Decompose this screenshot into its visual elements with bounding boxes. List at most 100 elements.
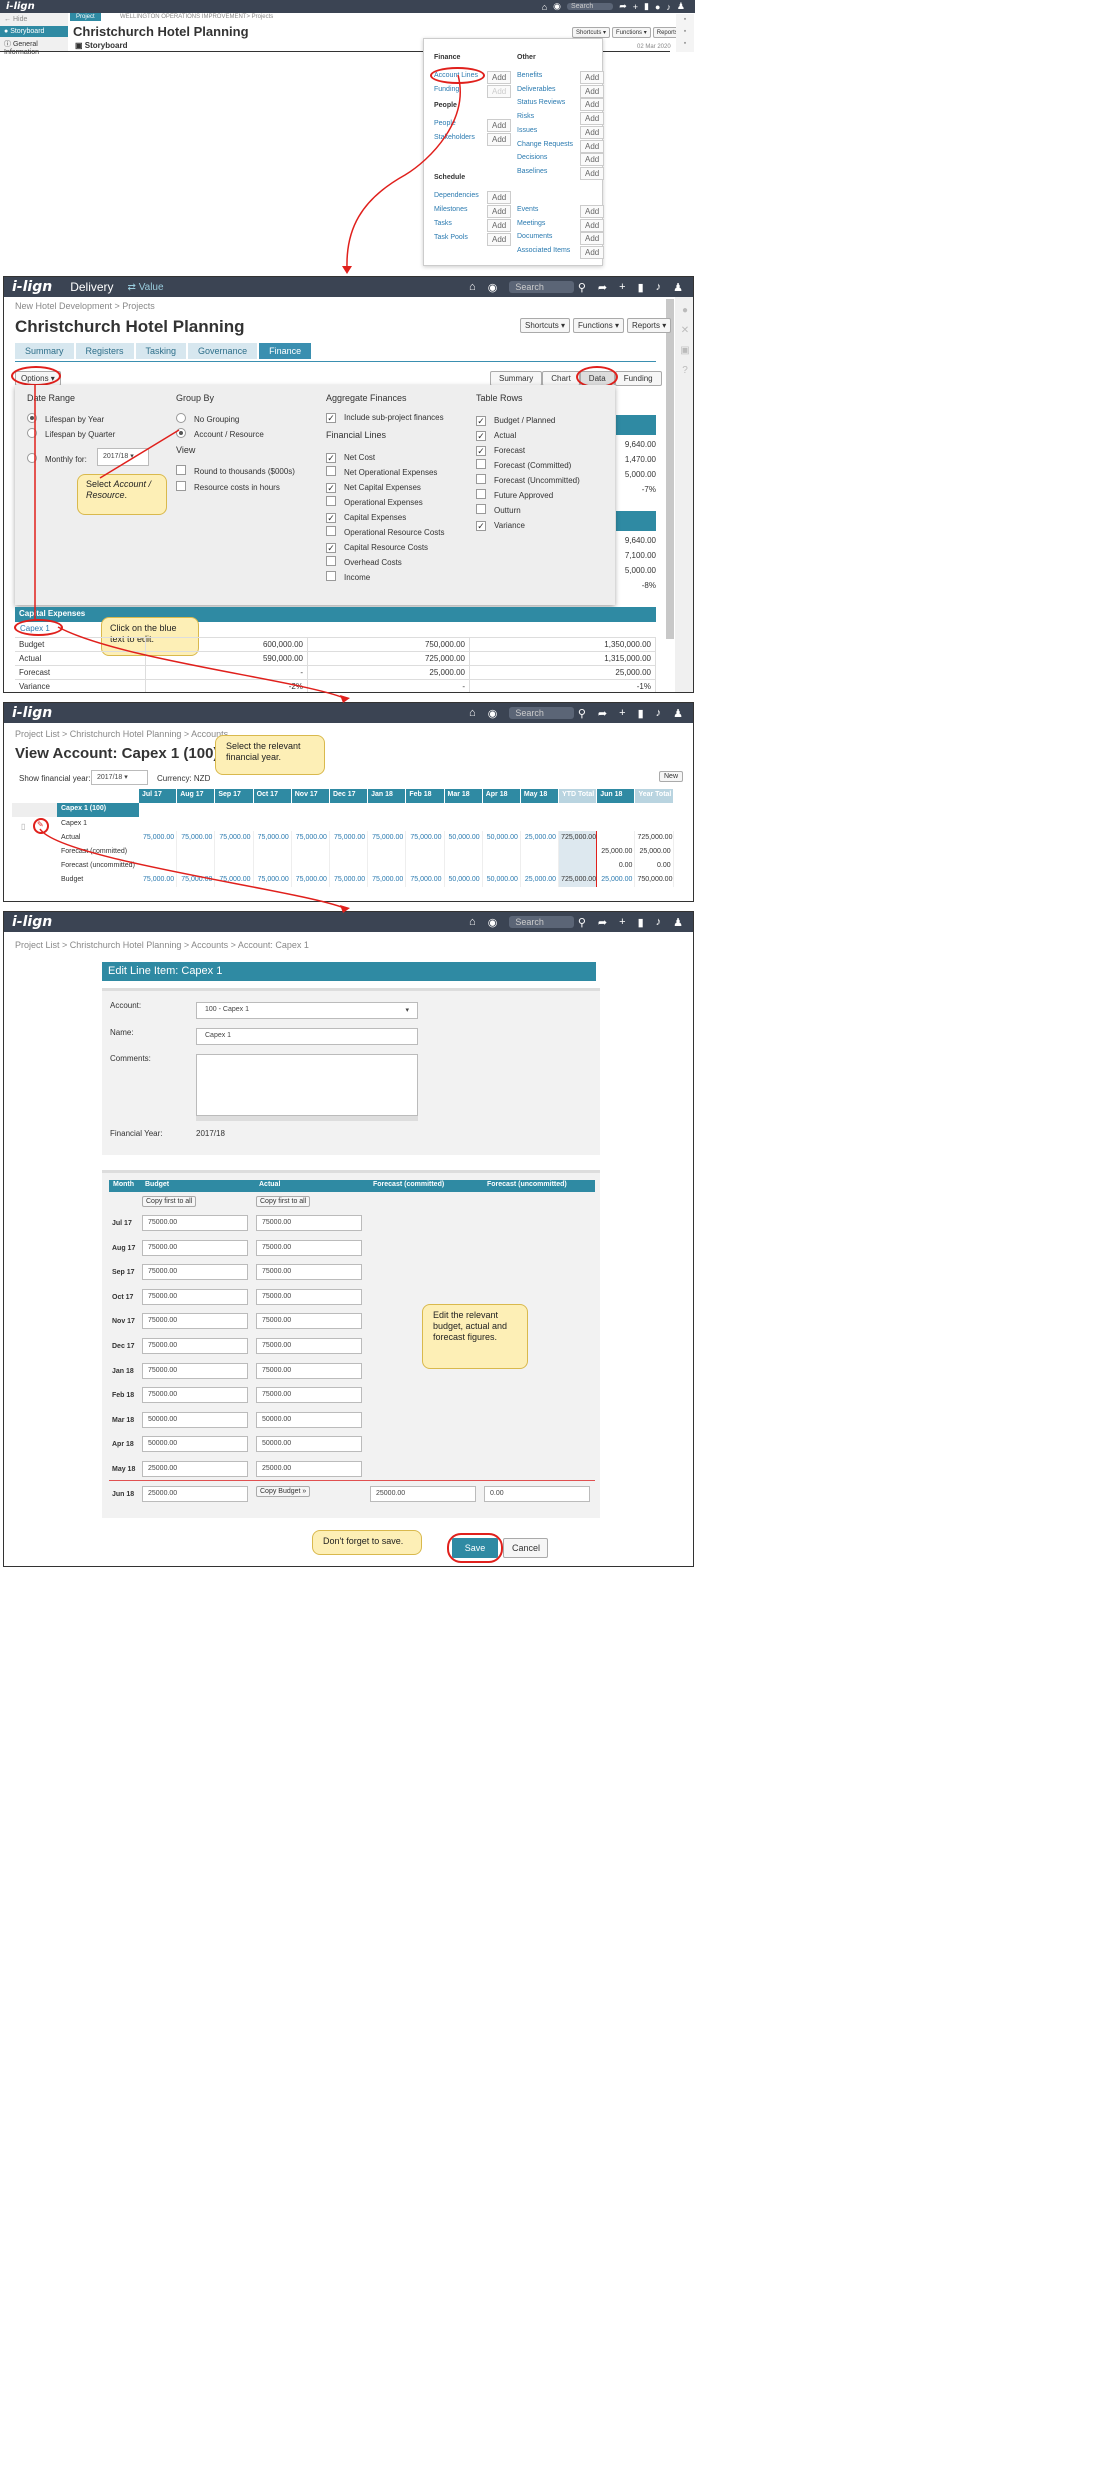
search-input[interactable]: Search xyxy=(509,707,574,719)
actual-input[interactable]: 50000.00 xyxy=(256,1436,362,1453)
bell-icon[interactable]: ♪ xyxy=(656,916,662,928)
account-select[interactable]: 100 - Capex 1 ▾ xyxy=(196,1002,418,1019)
budget-input[interactable]: 75000.00 xyxy=(142,1239,248,1256)
help-icon[interactable]: ? xyxy=(675,361,693,381)
search-icon[interactable]: ⚲ xyxy=(578,281,586,294)
budget-input[interactable]: 75000.00 xyxy=(142,1387,248,1404)
copy-budget-button[interactable]: Copy Budget » xyxy=(256,1486,311,1497)
general-info-nav[interactable]: ⓘ General Information xyxy=(0,37,68,58)
plus-icon[interactable]: + xyxy=(619,281,625,293)
actual-input[interactable]: 75000.00 xyxy=(256,1239,362,1256)
value-nav[interactable]: ⇄ Value xyxy=(128,282,164,293)
budget-planned-checkbox[interactable]: ✓ Budget / Planned xyxy=(476,413,580,428)
lifespan-quarter-radio[interactable]: Lifespan by Quarter xyxy=(27,428,115,439)
variance-checkbox[interactable]: ✓ Variance xyxy=(476,518,580,533)
scrollbar[interactable] xyxy=(666,299,674,639)
add-task-button[interactable]: Add xyxy=(487,219,512,232)
budget-input[interactable]: 50000.00 xyxy=(142,1436,248,1453)
lifespan-year-radio[interactable]: Lifespan by Year xyxy=(27,413,104,424)
add-meeting-button[interactable]: Add xyxy=(580,219,605,232)
opex-checkbox[interactable]: Operational Expenses xyxy=(326,495,445,510)
storyboard-nav[interactable]: ● Storyboard xyxy=(0,26,68,37)
forecast-committed-checkbox[interactable]: Forecast (Committed) xyxy=(476,458,580,473)
delete-icon[interactable]: ▯ xyxy=(21,822,25,831)
bookmark-icon[interactable]: ▮ xyxy=(644,1,649,12)
actual-input[interactable]: 75000.00 xyxy=(256,1387,362,1404)
copy-first-actual-button[interactable]: Copy first to all xyxy=(256,1196,311,1207)
round-thousands-checkbox[interactable]: Round to thousands ($000s) xyxy=(176,465,295,476)
tab-finance[interactable]: Finance xyxy=(259,343,312,359)
user-icon[interactable]: ♟ xyxy=(673,707,683,720)
bookmark-icon[interactable]: ▮ xyxy=(638,707,644,720)
bookmark-icon[interactable]: ▮ xyxy=(638,281,644,294)
net-cost-checkbox[interactable]: ✓ Net Cost xyxy=(326,450,445,465)
functions-button[interactable]: Functions ▾ xyxy=(573,318,624,333)
meetings-link[interactable]: Meetings xyxy=(517,220,545,227)
tools-icon[interactable]: ✕ xyxy=(675,321,693,341)
cap-resource-checkbox[interactable]: ✓ Capital Resource Costs xyxy=(326,540,445,555)
funding-link[interactable]: Funding xyxy=(434,86,459,93)
add-document-button[interactable]: Add xyxy=(580,232,605,245)
net-capex-checkbox[interactable]: ✓ Net Capital Expenses xyxy=(326,480,445,495)
plus-icon[interactable]: + xyxy=(633,2,638,12)
share-icon[interactable]: ➦ xyxy=(598,707,607,720)
share-icon[interactable]: ➦ xyxy=(598,281,607,294)
plus-icon[interactable]: + xyxy=(619,916,625,928)
add-decision-button[interactable]: Add xyxy=(580,153,605,166)
edit-pencil-icon[interactable]: ✎ xyxy=(37,820,44,829)
add-baseline-button[interactable]: Add xyxy=(580,167,605,180)
globe-icon[interactable]: ◉ xyxy=(488,707,498,720)
comment-icon[interactable]: ● xyxy=(675,301,693,321)
plus-icon[interactable]: + xyxy=(619,707,625,719)
add-associated-item-button[interactable]: Add xyxy=(580,246,605,259)
budget-input[interactable]: 75000.00 xyxy=(142,1338,248,1354)
include-sub-checkbox[interactable]: ✓ Include sub-project finances xyxy=(326,413,444,423)
add-deliverable-button[interactable]: Add xyxy=(580,85,605,98)
tasks-link[interactable]: Tasks xyxy=(434,220,452,227)
fy-select[interactable]: 2017/18 ▾ xyxy=(91,770,148,785)
shortcuts-button[interactable]: Shortcuts ▾ xyxy=(520,318,571,333)
task-pools-link[interactable]: Task Pools xyxy=(434,234,468,241)
add-people-button[interactable]: Add xyxy=(487,119,512,132)
budget-input[interactable]: 25000.00 xyxy=(142,1461,248,1477)
actual-input[interactable]: 25000.00 xyxy=(256,1461,362,1477)
actual-input[interactable]: 75000.00 xyxy=(256,1264,362,1281)
monthly-select[interactable]: 2017/18 ▾ xyxy=(97,448,149,466)
search-icon[interactable]: ⚲ xyxy=(578,707,586,720)
add-account-line-button[interactable]: Add xyxy=(487,71,512,84)
user-icon[interactable]: ♟ xyxy=(673,281,683,294)
forecast-checkbox[interactable]: ✓ Forecast xyxy=(476,443,580,458)
reports-button[interactable]: Reports ▾ xyxy=(626,318,672,333)
add-funding-button[interactable]: Add xyxy=(487,85,512,98)
events-link[interactable]: Events xyxy=(517,206,538,213)
account-resource-radio[interactable]: Account / Resource xyxy=(176,428,264,439)
actual-checkbox[interactable]: ✓ Actual xyxy=(476,428,580,443)
no-grouping-radio[interactable]: No Grouping xyxy=(176,413,239,424)
copy-first-budget-button[interactable]: Copy first to all xyxy=(142,1196,197,1207)
stakeholders-link[interactable]: Stakeholders xyxy=(434,134,475,141)
overhead-checkbox[interactable]: Overhead Costs xyxy=(326,555,445,570)
globe-icon[interactable]: ◉ xyxy=(488,281,498,294)
search-icon[interactable]: ⚲ xyxy=(578,916,586,929)
resize-handle[interactable] xyxy=(196,1116,418,1121)
income-checkbox[interactable]: Income xyxy=(326,570,445,585)
forecast-committed-input-jun[interactable]: 25000.00 xyxy=(370,1486,476,1502)
shortcuts-button[interactable]: Shortcuts ▾ xyxy=(572,27,611,38)
search-input[interactable]: Search xyxy=(509,281,574,293)
budget-input[interactable]: 75000.00 xyxy=(142,1288,248,1305)
hide-button[interactable]: ← Hide xyxy=(0,13,68,26)
forecast-uncommitted-input-jun[interactable]: 0.00 xyxy=(484,1486,590,1502)
people-link[interactable]: People xyxy=(434,120,456,127)
add-change-request-button[interactable]: Add xyxy=(580,140,605,153)
globe-icon[interactable]: ◉ xyxy=(553,1,561,12)
risks-link[interactable]: Risks xyxy=(517,113,534,120)
decisions-link[interactable]: Decisions xyxy=(517,154,547,161)
budget-input[interactable]: 75000.00 xyxy=(142,1362,248,1379)
future-approved-checkbox[interactable]: Future Approved xyxy=(476,488,580,503)
delivery-nav[interactable]: Delivery xyxy=(70,280,113,294)
associated-items-link[interactable]: Associated Items xyxy=(517,247,570,254)
tab-registers[interactable]: Registers xyxy=(75,343,134,359)
share-icon[interactable]: ➦ xyxy=(598,916,607,929)
actual-input[interactable]: 75000.00 xyxy=(256,1338,362,1354)
bell-icon[interactable]: ♪ xyxy=(666,2,671,12)
